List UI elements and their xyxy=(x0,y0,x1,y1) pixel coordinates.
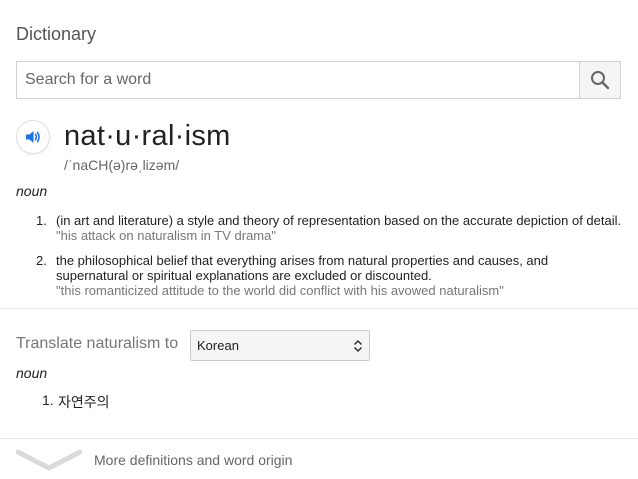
definition-number: 2. xyxy=(36,253,47,268)
search-icon xyxy=(591,71,610,90)
translation-number: 1. xyxy=(42,392,54,408)
language-select[interactable]: Korean xyxy=(190,330,370,361)
definition-text: (in art and literature) a style and theo… xyxy=(56,213,622,228)
translation-text: 자연주의 xyxy=(58,394,110,410)
dictionary-card: Dictionary nat·u·ral·ism /ˈnaCH(ə)rəˌliz… xyxy=(0,0,638,479)
selected-language: Korean xyxy=(197,338,239,353)
headword: nat·u·ral·ism xyxy=(64,120,231,152)
definition-list: 1. (in art and literature) a style and t… xyxy=(16,213,626,298)
card-title: Dictionary xyxy=(16,24,97,44)
phonetic-spelling: /ˈnaCH(ə)rəˌlizəm/ xyxy=(64,157,180,173)
more-definitions-label: More definitions and word origin xyxy=(94,452,293,468)
definition-example: "this romanticized attitude to the world… xyxy=(56,283,504,298)
chevron-down-icon xyxy=(16,449,82,471)
translate-label: Translate naturalism to xyxy=(16,335,179,352)
definition-text-line: supernatural or spiritual explanations a… xyxy=(56,268,432,283)
speaker-icon xyxy=(26,131,40,143)
definition-number: 1. xyxy=(36,213,47,228)
section-divider xyxy=(0,438,638,439)
more-definitions-button[interactable]: More definitions and word origin xyxy=(0,440,638,479)
translation-part-of-speech: noun xyxy=(16,365,48,381)
definition-text-line: the philosophical belief that everything… xyxy=(56,253,549,268)
section-divider xyxy=(0,308,638,309)
definition-item: 1. (in art and literature) a style and t… xyxy=(16,213,626,243)
part-of-speech: noun xyxy=(16,183,48,199)
select-arrows-icon xyxy=(353,339,363,353)
definition-item: 2. the philosophical belief that everyth… xyxy=(16,253,626,298)
pronunciation-button[interactable] xyxy=(16,120,50,154)
search-box xyxy=(16,61,621,99)
definition-example: "his attack on naturalism in TV drama" xyxy=(56,228,276,243)
search-button[interactable] xyxy=(579,62,620,98)
search-input[interactable] xyxy=(17,62,581,98)
